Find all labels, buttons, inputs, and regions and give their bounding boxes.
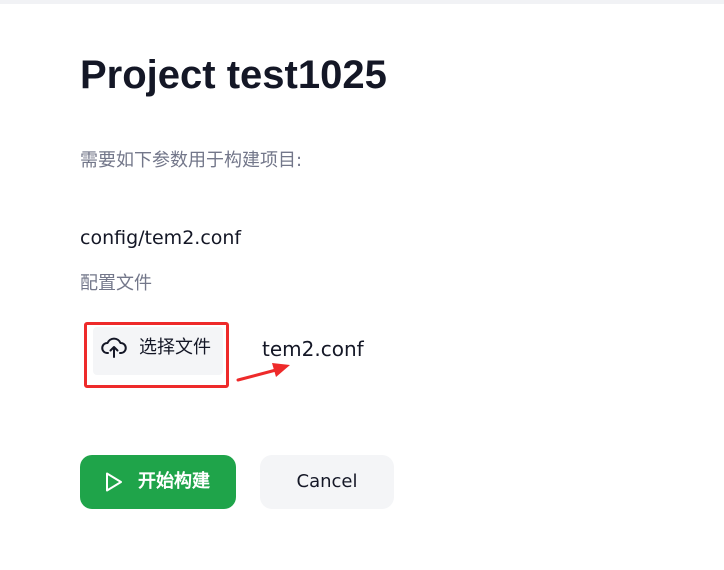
cancel-button[interactable]: Cancel (260, 455, 394, 509)
parameter-name: config/tem2.conf (80, 227, 242, 249)
cancel-label: Cancel (296, 471, 358, 492)
page-title: Project test1025 (80, 53, 387, 97)
choose-file-label: 选择文件 (139, 337, 211, 358)
start-build-button[interactable]: 开始构建 (80, 455, 236, 509)
play-icon (106, 472, 122, 492)
cloud-upload-icon (101, 337, 127, 358)
intro-text: 需要如下参数用于构建项目: (80, 150, 303, 171)
parameter-description: 配置文件 (80, 273, 152, 294)
choose-file-button[interactable]: 选择文件 (93, 327, 223, 375)
start-build-label: 开始构建 (138, 471, 210, 492)
selected-file-name: tem2.conf (262, 337, 364, 361)
top-strip (0, 0, 724, 4)
